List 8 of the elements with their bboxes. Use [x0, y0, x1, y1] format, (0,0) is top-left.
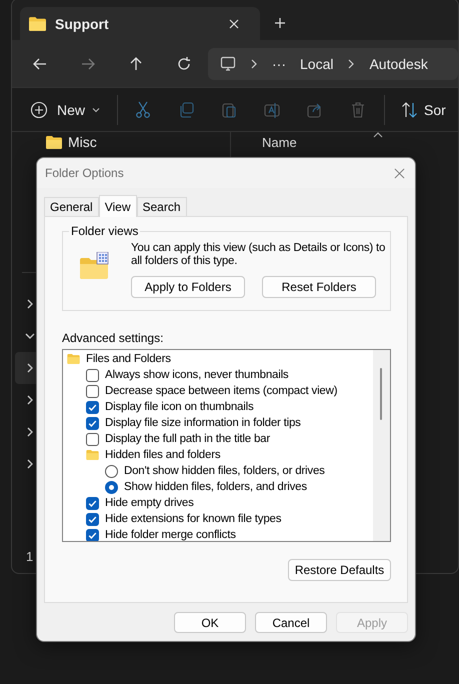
- group-label: Files and Folders: [86, 353, 171, 365]
- tab-title: Support: [55, 16, 110, 32]
- description-text: You can apply this view (such as Details or Icons) to all folders of this type.: [131, 242, 386, 268]
- group-label: Hidden files and folders: [105, 449, 220, 461]
- dialog-title: Folder Options: [45, 166, 125, 180]
- group-legend: Folder views: [69, 224, 140, 238]
- advanced-settings-label: Advanced settings:: [62, 331, 164, 345]
- status-text: 1: [26, 549, 34, 564]
